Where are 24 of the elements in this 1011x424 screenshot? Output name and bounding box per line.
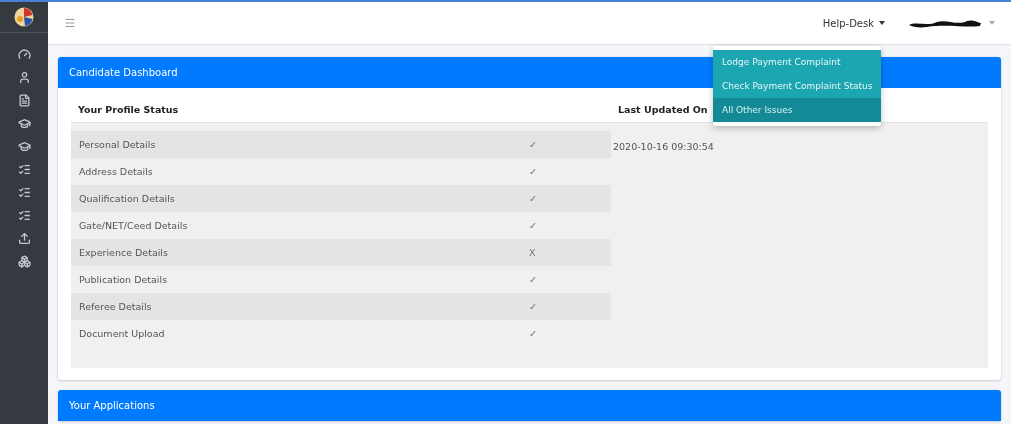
status-mark: ✓ xyxy=(529,274,538,285)
menu-item[interactable]: Lodge Payment Complaint xyxy=(713,50,882,74)
table-cell-text: Qualification Details xyxy=(78,193,176,204)
status-mark: ✓ xyxy=(529,328,538,339)
status-mark: ✓ xyxy=(529,139,538,150)
logo xyxy=(14,7,34,27)
status-mark: ✓ xyxy=(529,193,538,204)
table-cell-text: Experience Details xyxy=(78,247,169,258)
table-cell-text: Personal Details xyxy=(78,139,157,150)
card-title: Your Applications xyxy=(58,390,1001,421)
table-cell-text: Gate/NET/Ceed Details xyxy=(78,220,189,231)
status-mark: X xyxy=(529,247,537,258)
table-cell-text: Address Details xyxy=(78,166,154,177)
menu-icon[interactable] xyxy=(64,17,76,29)
helpdesk-link[interactable]: Help-Desk xyxy=(822,17,885,29)
table-cell-text: Publication Details xyxy=(78,274,169,285)
updated-date: 2020-10-16 09:30:54 xyxy=(613,141,714,152)
status-mark: ✓ xyxy=(529,166,538,177)
menu-item[interactable]: Check Payment Complaint Status xyxy=(713,74,882,98)
status-mark: ✓ xyxy=(529,301,538,312)
table-cell-text: Document Upload xyxy=(78,328,166,339)
table-cell-text: Referee Details xyxy=(78,301,153,312)
status-mark: ✓ xyxy=(529,220,538,231)
menu-item[interactable]: All Other Issues xyxy=(713,98,882,122)
